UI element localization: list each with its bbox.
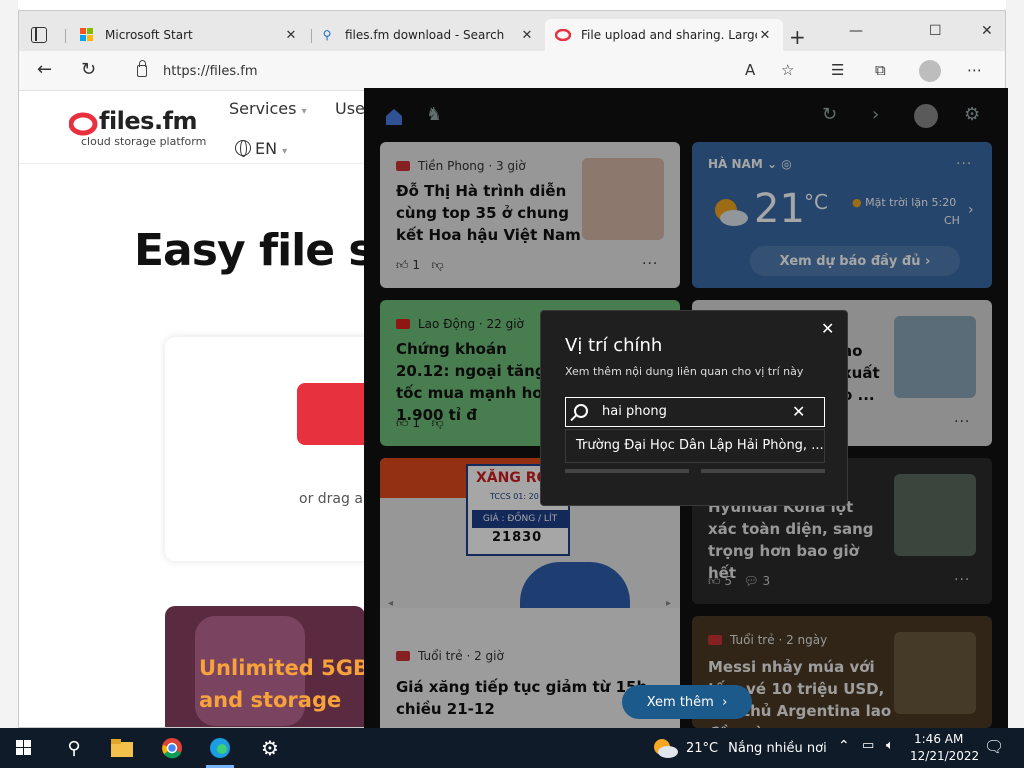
network-icon[interactable]: ▭ (862, 738, 874, 753)
tab-filesfm[interactable]: File upload and sharing. Large fil ✕ (545, 19, 783, 51)
search-value: hai phong (602, 404, 667, 419)
search-icon[interactable]: ⚲ (56, 728, 92, 768)
promo-text: Unlimited 5GB and storage (199, 656, 365, 712)
new-tab-icon[interactable]: + (789, 25, 806, 49)
location-popup: Vị trí chính ✕ Xem thêm nội dung liên qu… (540, 310, 848, 506)
url-text: https://files.fm (163, 63, 258, 79)
read-aloud-icon[interactable]: A (745, 61, 755, 79)
chevron-up-icon[interactable]: ⌃ (838, 738, 850, 754)
profile-avatar[interactable] (919, 60, 941, 82)
chrome-icon[interactable] (154, 728, 190, 768)
windows-start-icon (16, 740, 31, 755)
file-explorer-icon[interactable] (104, 728, 140, 768)
popup-button-primary[interactable] (565, 469, 689, 473)
tab-bar: Microsoft Start ✕ ⚲ files.fm download - … (19, 11, 1005, 51)
widgets-panel: ♞ ↻ › ⚙ Tiền Phong · 3 giờ Đỗ Thị Hà trì… (364, 88, 1008, 728)
add-favorite-icon[interactable]: ☆ (781, 61, 794, 79)
close-icon[interactable]: ✕ (519, 28, 535, 43)
clock-time[interactable]: 1:46 AM (914, 732, 963, 746)
address-bar: ← ↻ https://files.fm A ☆ ☰ ⧉ ⋯ (19, 51, 1005, 91)
globe-icon (235, 140, 251, 157)
maximize-icon[interactable]: ☐ (929, 23, 942, 39)
menu-services[interactable]: Services ▾ (229, 99, 307, 118)
desktop-left-strip (0, 0, 18, 728)
logo-tagline: cloud storage platform (81, 135, 207, 148)
windows-logo-icon (79, 27, 95, 43)
edge-icon[interactable] (202, 728, 238, 768)
taskbar: ⚲ ⚙ 21°C Nắng nhiều nơi ⌃ ▭ 🔈︎ 1:46 AM 1… (0, 728, 1024, 768)
start-button[interactable] (6, 728, 42, 768)
notification-icon[interactable]: 🗨︎ (984, 737, 1004, 756)
location-search-input[interactable]: hai phong ✕ (565, 397, 825, 427)
tab-label: files.fm download - Search (345, 28, 505, 42)
location-suggestion[interactable]: Trường Đại Học Dân Lập Hải Phòng, ... (565, 429, 825, 463)
taskbar-weather-text: Nắng nhiều nơi (728, 740, 827, 756)
header-divider (19, 163, 365, 164)
collections-icon[interactable]: ⧉ (875, 61, 886, 79)
more-icon[interactable]: ⋯ (967, 61, 982, 79)
language-label: EN (255, 139, 278, 158)
close-icon[interactable]: ✕ (757, 28, 773, 43)
minimize-icon[interactable]: — (849, 23, 863, 39)
lock-icon (137, 60, 147, 77)
tab-search[interactable]: ⚲ files.fm download - Search ✕ (309, 19, 545, 51)
upload-card: or drag an (165, 337, 387, 561)
filesfm-icon (555, 27, 571, 43)
tab-label: Microsoft Start (105, 28, 193, 42)
favorites-icon[interactable]: ☰ (831, 61, 844, 79)
url-field[interactable]: https://files.fm (119, 57, 639, 85)
sun-cloud-icon (654, 739, 678, 758)
tab-separator (65, 29, 66, 43)
popup-title: Vị trí chính (565, 335, 663, 356)
popup-subtitle: Xem thêm nội dung liên quan cho vị trí n… (565, 365, 804, 378)
refresh-icon[interactable]: ↻ (81, 59, 96, 80)
menu-services-label: Services (229, 99, 297, 118)
close-window-icon[interactable]: ✕ (981, 23, 993, 39)
filesfm-logo-icon (69, 112, 98, 136)
desktop-right-strip (1006, 0, 1024, 728)
close-icon[interactable]: ✕ (283, 28, 299, 43)
clear-icon[interactable]: ✕ (792, 402, 805, 421)
close-icon[interactable]: ✕ (821, 319, 834, 338)
menu-user[interactable]: Use (335, 99, 365, 118)
logo-name: files.fm (99, 107, 198, 135)
chevron-down-icon: ▾ (301, 106, 307, 117)
taskbar-temp: 21°C (686, 740, 719, 756)
clock-date[interactable]: 12/21/2022 (910, 749, 979, 763)
settings-gear-icon[interactable]: ⚙ (252, 728, 288, 768)
volume-icon[interactable]: 🔈︎ (886, 738, 894, 753)
drag-text: or drag an (299, 491, 372, 507)
back-icon[interactable]: ← (37, 59, 52, 80)
promo-banner[interactable]: Unlimited 5GB and storage (165, 606, 365, 727)
tab-label: File upload and sharing. Large fil (581, 28, 757, 42)
search-icon: ⚲ (322, 28, 332, 42)
weather-widget-button[interactable]: 21°C Nắng nhiều nơi (652, 728, 852, 768)
see-more-button[interactable]: Xem thêm › (622, 685, 752, 719)
chevron-down-icon: ▾ (282, 146, 288, 157)
tab-actions-icon[interactable] (31, 27, 47, 43)
tab-microsoft-start[interactable]: Microsoft Start ✕ (69, 19, 309, 51)
search-icon (574, 404, 588, 418)
popup-button-secondary[interactable] (701, 469, 825, 473)
language-selector[interactable]: EN ▾ (235, 139, 287, 158)
